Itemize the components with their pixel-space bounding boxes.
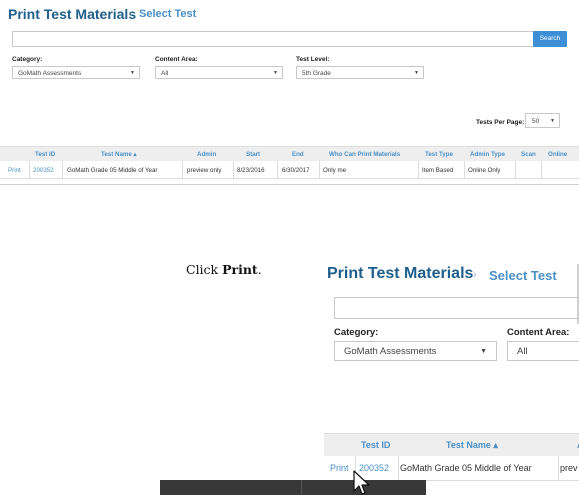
cell-divider [319,161,320,179]
chevron-down-icon: ▼ [130,70,135,76]
dark-toolbar [160,480,426,495]
table-row: Print 200352 GoMath Grade 05 Middle of Y… [0,161,579,179]
cell-divider [29,161,30,179]
header-test-id[interactable]: Test ID [35,151,55,158]
header-admin[interactable]: Admin [197,151,216,158]
cell-divider [464,161,465,179]
content-area-value: All [161,70,169,77]
breadcrumb-separator: › [473,269,477,281]
header-test-id[interactable]: Test ID [361,440,390,450]
cell-divider [62,161,63,179]
cell-divider [277,161,278,179]
page-title: Print Test Materials [327,265,474,282]
print-link[interactable]: Print [8,167,21,174]
print-test-materials-panel: Print Test Materials › Select Test Searc… [0,0,579,186]
tests-per-page-select[interactable]: 50 ▼ [525,113,560,128]
end-cell: 6/30/2017 [282,167,310,174]
cell-divider [541,161,542,179]
caption-bold: Print [222,262,258,277]
start-cell: 8/23/2016 [237,167,265,174]
header-end[interactable]: End [292,151,304,158]
category-value: GoMath Assessments [18,70,82,77]
admin-cell-truncated: prev [560,463,578,473]
mouse-pointer-icon [353,470,370,495]
cell-divider [398,456,399,481]
caption-suffix: . [257,262,262,277]
header-test-name[interactable]: Test Name ▴ [101,151,137,158]
category-select[interactable]: GoMath Assessments ▼ [334,341,497,361]
cell-divider [515,161,516,179]
header-online[interactable]: Online [548,151,567,158]
caption-prefix: Click [186,262,223,277]
test-type-cell: Item Based [422,167,454,174]
instruction-caption: Click Print. [186,262,262,277]
panel-divider [0,184,579,185]
test-name-cell: GoMath Grade 05 Middle of Year [67,167,158,174]
chevron-down-icon: ▼ [550,118,555,124]
header-admin-type[interactable]: Admin Type [470,151,505,158]
print-link[interactable]: Print [330,463,349,473]
content-area-label: Content Area: [507,327,570,338]
content-area-value: All [517,346,528,357]
tests-per-page-value: 50 [532,118,540,125]
breadcrumb-separator: › [129,9,132,19]
header-scan[interactable]: Scan [521,151,536,158]
table-header: Test ID Test Name ▴ Admin Start End Who … [0,146,579,161]
chevron-down-icon: ▼ [273,70,278,76]
page-title: Print Test Materials [8,6,137,22]
category-value: GoMath Assessments [344,346,437,357]
search-button[interactable]: Search [533,31,567,47]
cell-divider [182,161,183,179]
category-label: Category: [12,56,43,63]
table-header: Test ID Test Name ▴ A [324,433,579,456]
chevron-down-icon: ▼ [480,348,487,355]
zoomed-screenshot: Print Test Materials › Select Test Categ… [314,252,579,495]
tests-per-page-label: Tests Per Page: [476,119,525,126]
cell-divider [558,456,559,481]
admin-cell: preview only [187,167,222,174]
admin-type-cell: Online Only [468,167,501,174]
test-level-value: 5th Grade [302,70,331,77]
test-id-link[interactable]: 200352 [33,167,54,174]
content-area-select[interactable]: All ▼ [155,66,283,79]
category-select[interactable]: GoMath Assessments ▼ [12,66,140,79]
header-test-name[interactable]: Test Name ▴ [446,440,498,451]
search-input[interactable] [12,31,534,47]
test-name-cell: GoMath Grade 05 Middle of Year [400,463,532,473]
content-area-select[interactable]: All [507,341,579,361]
breadcrumb-select-test[interactable]: Select Test [139,8,196,20]
header-start[interactable]: Start [246,151,260,158]
content-area-label: Content Area: [155,56,198,63]
header-test-type[interactable]: Test Type [425,151,453,158]
toolbar-divider [301,480,302,495]
header-who-can-print[interactable]: Who Can Print Materials [329,151,400,158]
test-level-label: Test Level: [296,56,330,63]
search-input[interactable] [334,297,579,319]
breadcrumb-select-test[interactable]: Select Test [489,268,557,283]
cell-divider [233,161,234,179]
category-label: Category: [334,327,379,338]
who-can-print-cell: Only me [323,167,347,174]
test-level-select[interactable]: 5th Grade ▼ [296,66,424,79]
cell-divider [418,161,419,179]
chevron-down-icon: ▼ [414,70,419,76]
